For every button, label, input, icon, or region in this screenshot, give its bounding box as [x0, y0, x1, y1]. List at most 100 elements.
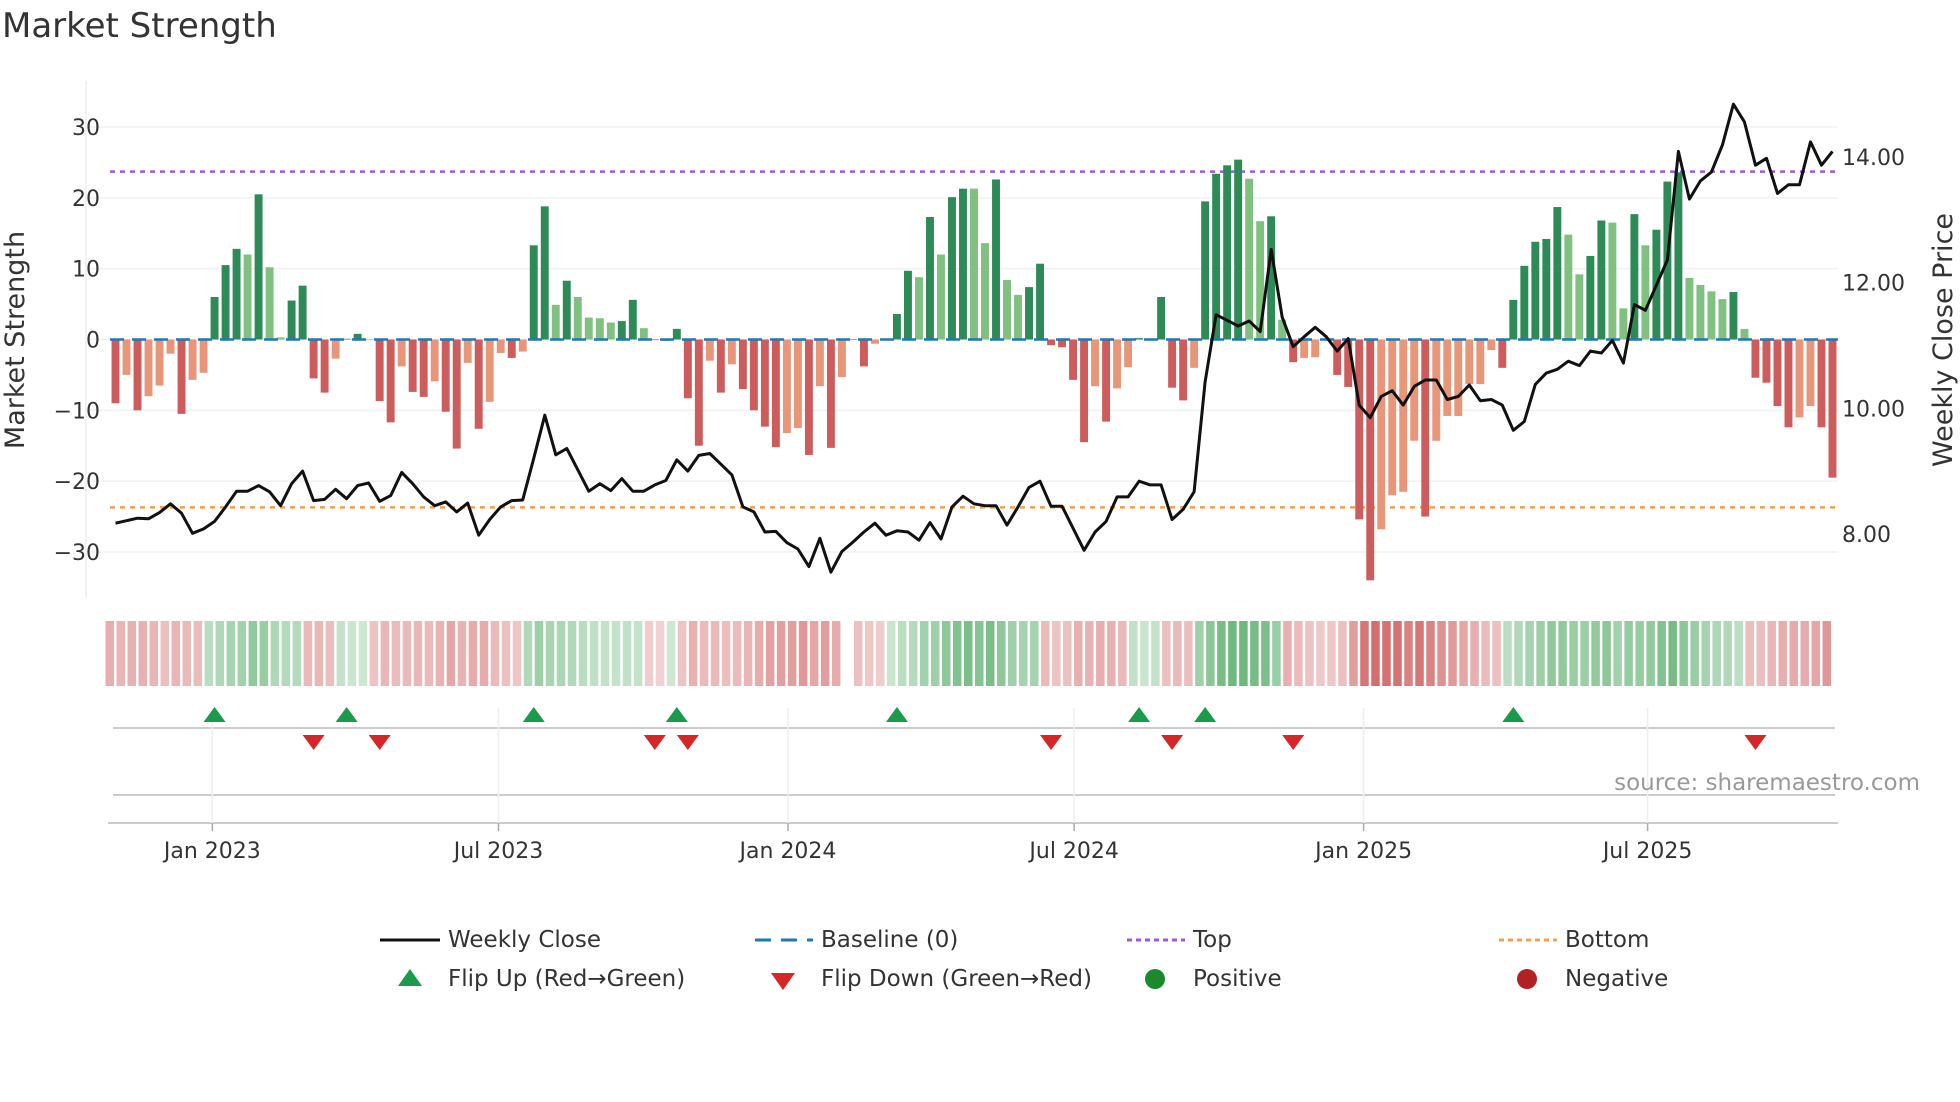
- strength-bar: [540, 206, 549, 340]
- regime-strip-cell: [1294, 621, 1303, 686]
- regime-strip-cell: [226, 621, 236, 686]
- regime-strip-cell: [1745, 621, 1754, 686]
- regime-strip-cell: [1734, 621, 1743, 686]
- strength-bar: [1168, 339, 1177, 388]
- regime-strip-cell: [215, 621, 225, 686]
- x-tick-label: Jul 2023: [452, 839, 544, 864]
- strength-bar: [1751, 339, 1760, 378]
- regime-strip-cell: [534, 621, 544, 686]
- strength-bar: [948, 197, 956, 340]
- flip-down-marker: [1040, 735, 1063, 750]
- strength-bar: [243, 254, 252, 340]
- strength-bar: [1245, 178, 1254, 340]
- flip-down-marker: [302, 735, 325, 750]
- regime-strip-cell: [699, 621, 709, 686]
- strength-bar: [837, 339, 846, 378]
- strength-bar: [650, 339, 659, 341]
- strength-bar: [1036, 263, 1045, 340]
- regime-strip-cell: [567, 621, 577, 686]
- strength-bar: [937, 254, 945, 340]
- regime-strip-cell: [369, 621, 379, 686]
- regime-strip-cell: [1503, 621, 1512, 686]
- regime-strip-cell: [1404, 621, 1413, 686]
- strength-bar: [1498, 339, 1507, 368]
- regime-strip-cell: [391, 621, 401, 686]
- strength-bar: [639, 328, 648, 340]
- strength-bar: [705, 339, 714, 361]
- regime-strip-cell: [380, 621, 390, 686]
- strength-bar: [1729, 292, 1738, 340]
- strength-bar: [1069, 339, 1078, 380]
- regime-strip-cell: [1107, 621, 1116, 686]
- x-tick-label: Jul 2024: [1027, 839, 1119, 864]
- regime-strip-cell: [952, 621, 962, 686]
- y-tick-label: 10: [72, 258, 100, 283]
- strength-bar: [1047, 339, 1056, 346]
- y-tick-label: 30: [72, 116, 100, 141]
- regime-strip-cell: [259, 621, 269, 686]
- regime-strip-cell: [754, 621, 764, 686]
- strength-bar: [1531, 241, 1540, 340]
- regime-strip-cell: [666, 621, 676, 686]
- strength-bar: [1696, 284, 1705, 340]
- strength-bar: [122, 339, 131, 375]
- regime-strip-cell: [578, 621, 588, 686]
- strength-bar: [232, 248, 241, 340]
- regime-strip-cell: [688, 621, 698, 686]
- strength-bar: [1135, 338, 1144, 340]
- regime-strip-cell: [468, 621, 478, 686]
- regime-strip-cell: [1723, 621, 1732, 686]
- regime-strip-cell: [798, 621, 808, 686]
- strength-bar: [981, 243, 989, 340]
- strength-bar: [1542, 238, 1551, 340]
- strength-bar: [518, 339, 527, 352]
- regime-strip-cell: [1261, 621, 1270, 686]
- regime-strip-cell: [1327, 621, 1336, 686]
- regime-strip-cell: [1558, 621, 1567, 686]
- strength-bar: [1113, 339, 1122, 389]
- regime-strip-cell: [1074, 621, 1083, 686]
- regime-strip-cell: [138, 621, 148, 686]
- x-tick-label: Jan 2025: [1313, 839, 1412, 864]
- strength-bar: [1399, 339, 1408, 492]
- y-tick-label: 0: [86, 329, 100, 354]
- regime-strip-cell: [864, 621, 874, 686]
- strength-bar: [287, 300, 296, 340]
- regime-strip-cell: [1789, 621, 1798, 686]
- regime-strip-cell: [1008, 621, 1017, 686]
- strength-bar: [507, 339, 516, 358]
- strength-bar: [551, 304, 560, 340]
- strength-bar: [1223, 165, 1232, 340]
- flip-up-marker: [665, 707, 688, 722]
- regime-strip-cell: [1041, 621, 1050, 686]
- regime-strip-cell: [776, 621, 786, 686]
- strength-bar: [771, 339, 780, 448]
- strength-bar: [1828, 339, 1837, 478]
- regime-strip-cell: [281, 621, 291, 686]
- strength-bar: [859, 339, 868, 367]
- regime-strip-cell: [1382, 621, 1391, 686]
- y2-tick-label: 14.00: [1842, 146, 1905, 171]
- regime-strip-cell: [1195, 621, 1204, 686]
- regime-strip-cell: [1822, 621, 1831, 686]
- strength-bar: [970, 188, 978, 340]
- y-tick-label: 20: [72, 187, 100, 212]
- regime-strip-cell: [314, 621, 324, 686]
- regime-strip-cell: [325, 621, 335, 686]
- strength-bar: [155, 339, 164, 386]
- strength-bar: [1355, 339, 1364, 520]
- strength-bar: [199, 339, 208, 373]
- strength-bar: [1509, 299, 1518, 340]
- strength-bar: [1707, 291, 1716, 340]
- regime-strip-cell: [820, 621, 830, 686]
- regime-strip-cell: [853, 621, 863, 686]
- strength-bar: [1564, 234, 1573, 340]
- strength-bar: [1641, 245, 1650, 340]
- regime-strip-cell: [1547, 621, 1556, 686]
- regime-strip-cell: [1283, 621, 1292, 686]
- y2-tick-label: 12.00: [1842, 272, 1905, 297]
- regime-strip-cell: [1767, 621, 1776, 686]
- flip-down-marker: [1744, 735, 1767, 750]
- x-tick-label: Jan 2024: [738, 839, 837, 864]
- strength-bar: [1080, 339, 1089, 443]
